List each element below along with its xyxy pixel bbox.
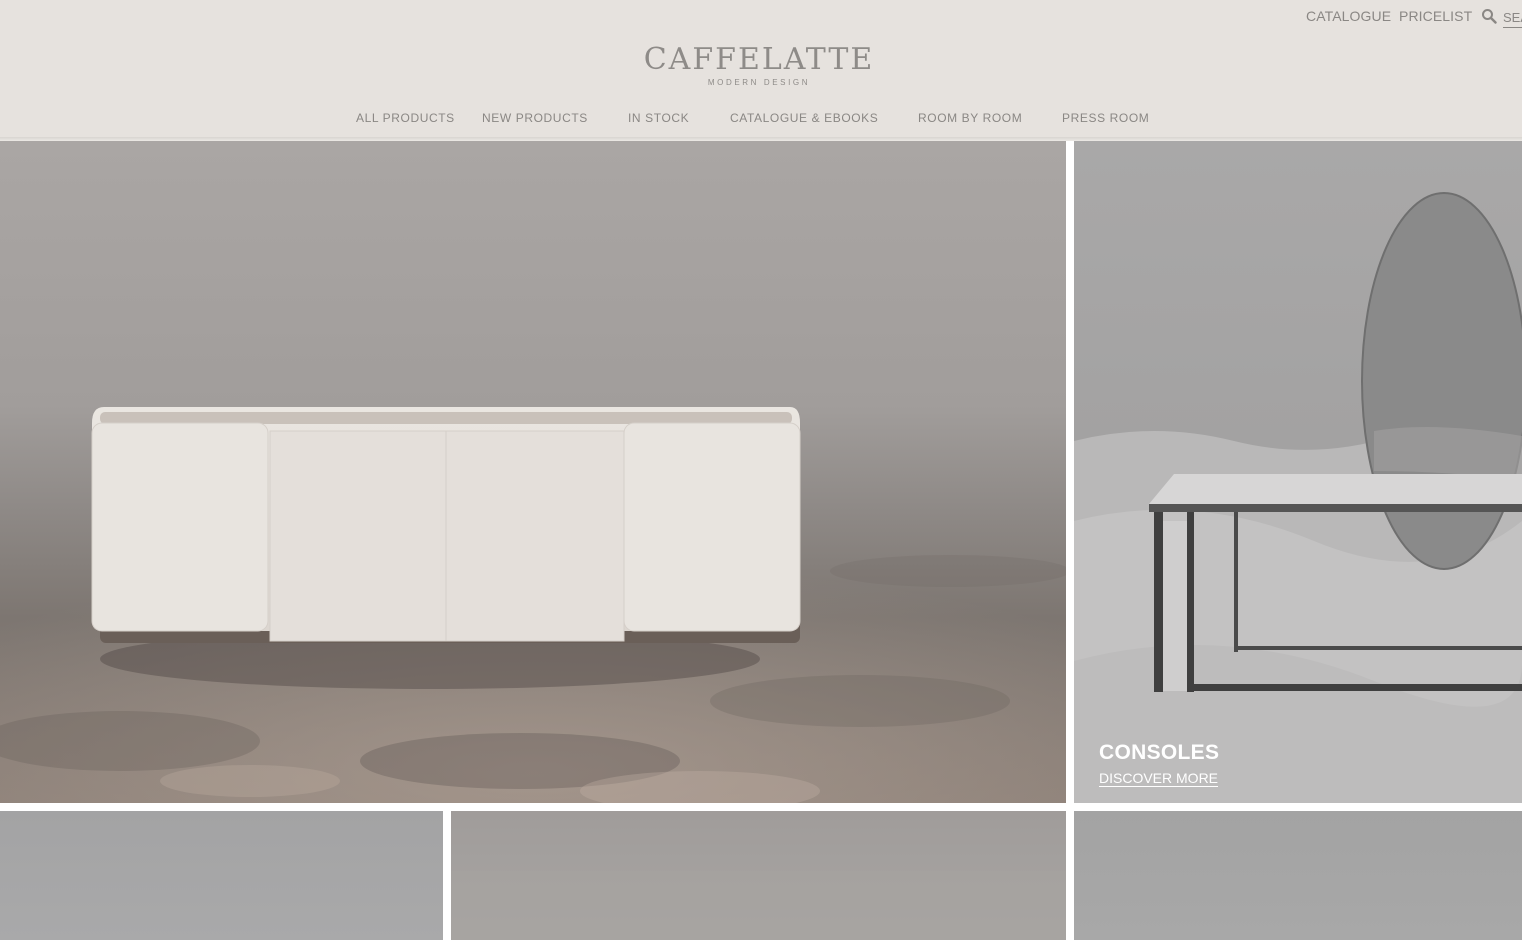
category-tile-2-image [451,871,1066,940]
consoles-tile[interactable]: CONSOLES DISCOVER MORE [1074,141,1522,803]
nav-catalogue-ebooks[interactable]: CATALOGUE & EBOOKS [730,111,878,125]
consoles-title: CONSOLES [1099,741,1220,764]
category-tile-1[interactable] [0,811,443,940]
brand-tagline: MODERN DESIGN [707,78,811,87]
catalogue-link[interactable]: CATALOGUE [1306,8,1391,24]
search-icon[interactable] [1481,8,1497,24]
category-tile-3[interactable] [1074,811,1522,940]
console-image [1074,192,1522,803]
search-input[interactable] [1503,8,1522,28]
nav-room-by-room[interactable]: ROOM BY ROOM [918,111,1022,125]
nav-in-stock[interactable]: IN STOCK [628,111,689,125]
sideboard-image [0,407,1066,803]
nav-press-room[interactable]: PRESS ROOM [1062,111,1149,125]
nav-new-products[interactable]: NEW PRODUCTS [482,111,588,125]
nav-all-products[interactable]: ALL PRODUCTS [356,111,455,125]
featured-sideboard-tile[interactable] [0,141,1066,803]
pricelist-link[interactable]: PRICELIST [1399,8,1472,24]
brand-name: CAFFELATTE [643,42,875,77]
brand-logo[interactable]: CAFFELATTE MODERN DESIGN [600,42,918,88]
site-header: CATALOGUE PRICELIST CAFFELATTE MODERN DE… [0,0,1522,137]
category-tile-2[interactable] [451,811,1066,940]
consoles-discover-more-link[interactable]: DISCOVER MORE [1099,770,1218,786]
